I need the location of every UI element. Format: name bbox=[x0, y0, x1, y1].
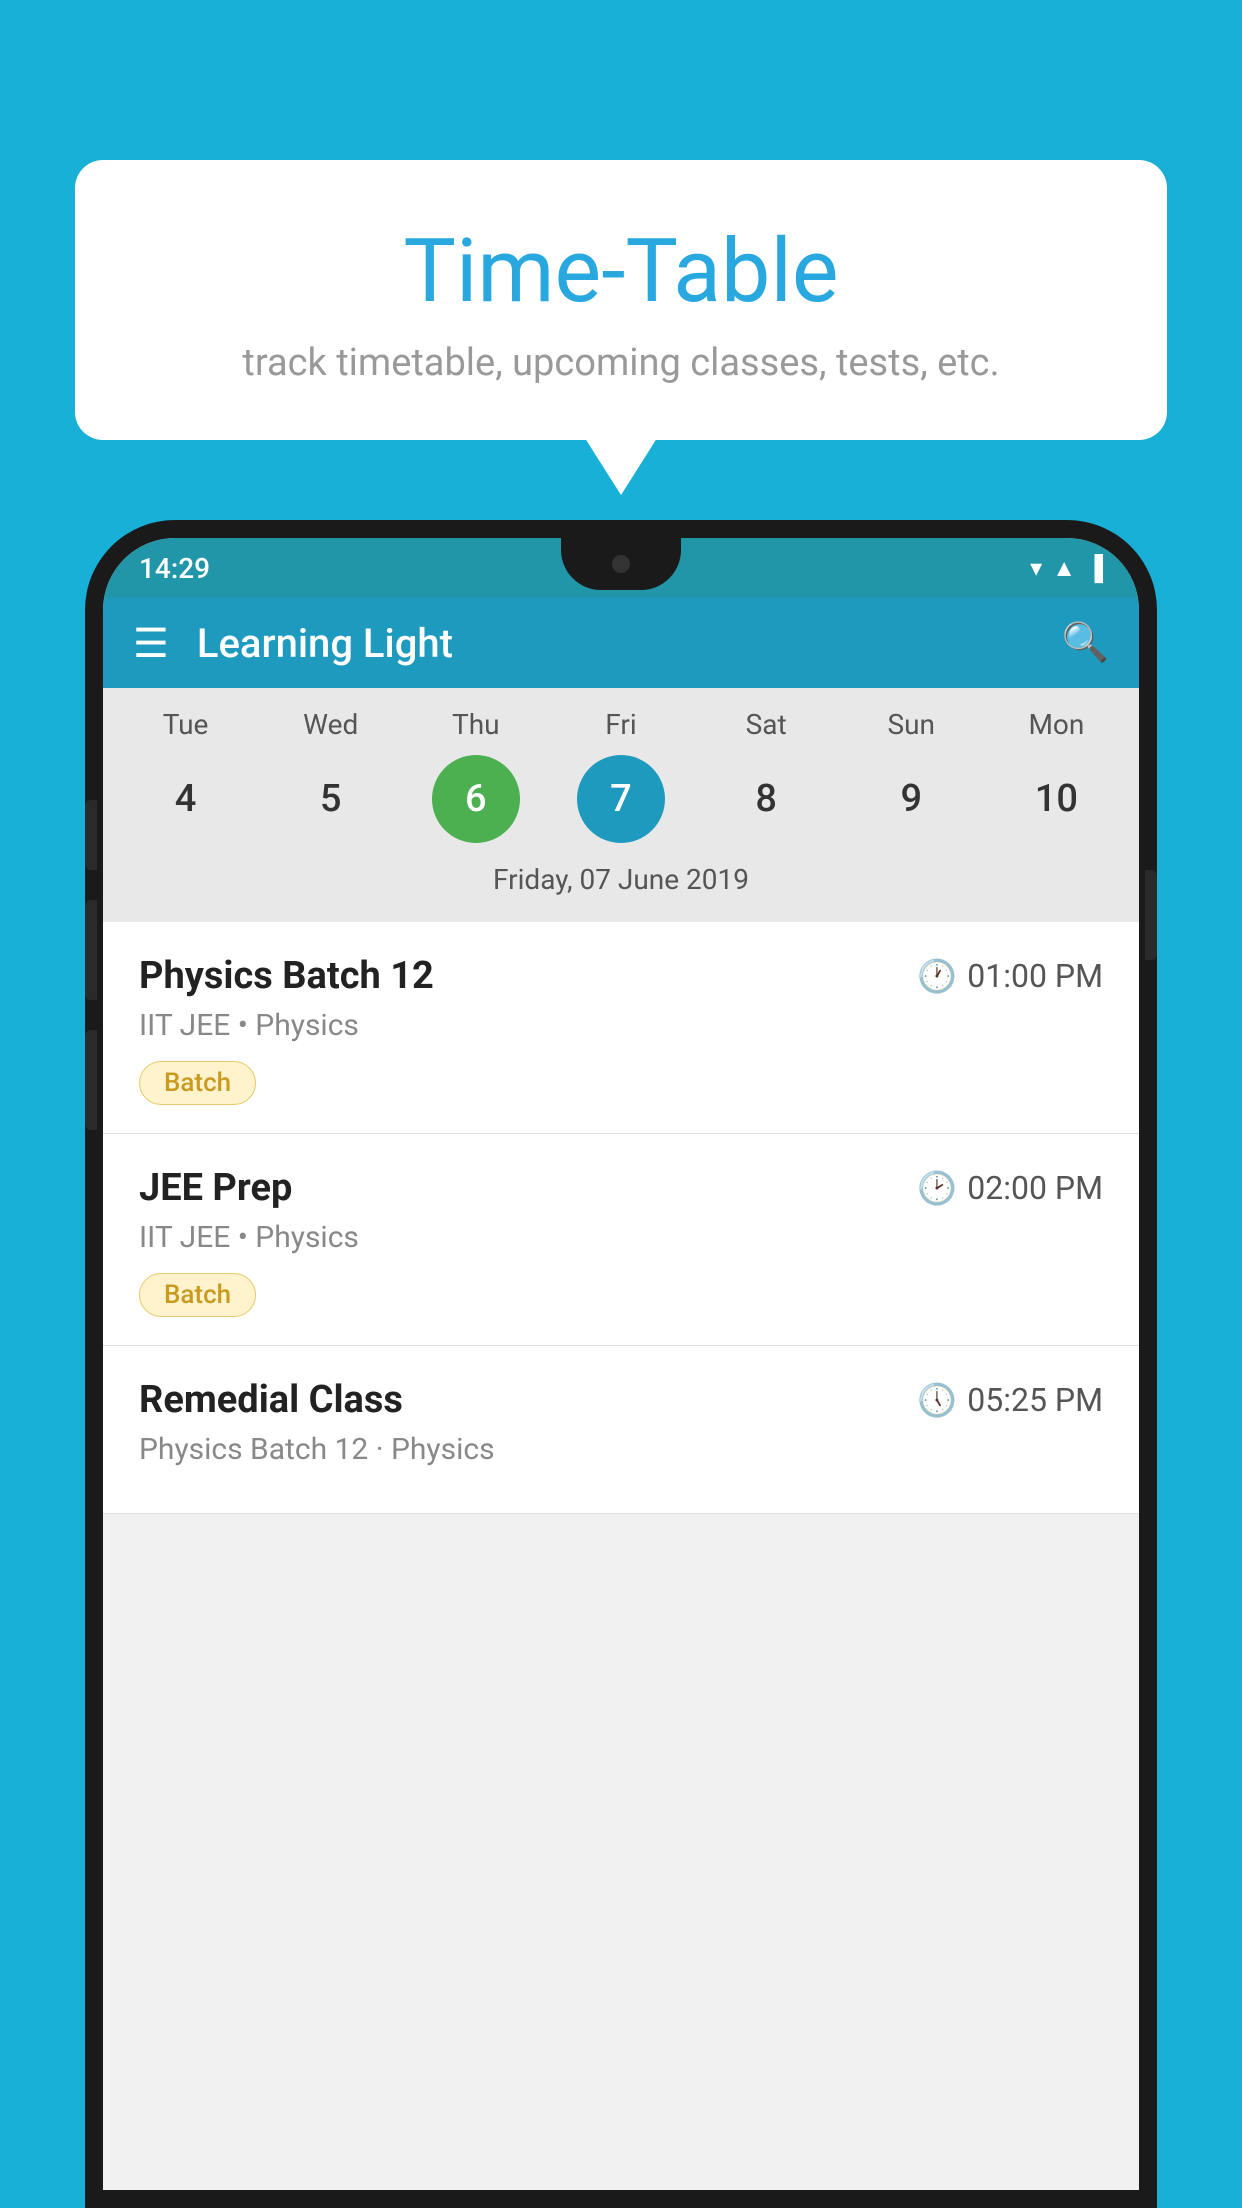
app-bar: ☰ Learning Light 🔍 bbox=[103, 598, 1139, 688]
day-label-fri: Fri bbox=[577, 708, 665, 741]
item-3-time: 🕔 05:25 PM bbox=[917, 1381, 1103, 1419]
search-icon[interactable]: 🔍 bbox=[1062, 621, 1109, 665]
selected-date-label: Friday, 07 June 2019 bbox=[113, 855, 1129, 912]
item-2-header: JEE Prep 🕑 02:00 PM bbox=[139, 1166, 1103, 1210]
menu-icon[interactable]: ☰ bbox=[133, 620, 169, 667]
item-3-title: Remedial Class bbox=[139, 1378, 403, 1422]
item-1-badge: Batch bbox=[139, 1061, 256, 1105]
status-bar: 14:29 ▾ ▲ ▐ bbox=[103, 538, 1139, 598]
volume-down-button bbox=[85, 1030, 97, 1130]
item-3-header: Remedial Class 🕔 05:25 PM bbox=[139, 1378, 1103, 1422]
schedule-list: Physics Batch 12 🕐 01:00 PM IIT JEE • Ph… bbox=[103, 922, 1139, 1514]
signal-icon: ▲ bbox=[1052, 554, 1076, 583]
day-7-selected[interactable]: 7 bbox=[577, 755, 665, 843]
day-numbers: 4 5 6 7 8 9 10 bbox=[113, 755, 1129, 843]
clock-icon-2: 🕑 bbox=[917, 1169, 957, 1207]
day-8[interactable]: 8 bbox=[722, 755, 810, 843]
schedule-item-1[interactable]: Physics Batch 12 🕐 01:00 PM IIT JEE • Ph… bbox=[103, 922, 1139, 1134]
wifi-icon: ▾ bbox=[1030, 554, 1042, 582]
item-3-subtitle: Physics Batch 12 · Physics bbox=[139, 1432, 1103, 1467]
bubble-title: Time-Table bbox=[125, 220, 1117, 323]
item-2-title: JEE Prep bbox=[139, 1166, 292, 1210]
volume-button-right bbox=[1145, 870, 1157, 960]
day-10[interactable]: 10 bbox=[1012, 755, 1100, 843]
item-1-time: 🕐 01:00 PM bbox=[917, 957, 1103, 995]
item-2-subtitle: IIT JEE • Physics bbox=[139, 1220, 1103, 1255]
day-label-wed: Wed bbox=[287, 708, 375, 741]
phone-screen: 14:29 ▾ ▲ ▐ ☰ Learning Light 🔍 Tue Wed T… bbox=[103, 538, 1139, 2190]
status-icons: ▾ ▲ ▐ bbox=[1030, 554, 1103, 583]
day-headers: Tue Wed Thu Fri Sat Sun Mon bbox=[113, 708, 1129, 741]
bubble-subtitle: track timetable, upcoming classes, tests… bbox=[125, 341, 1117, 385]
schedule-item-2[interactable]: JEE Prep 🕑 02:00 PM IIT JEE • Physics Ba… bbox=[103, 1134, 1139, 1346]
item-3-time-label: 05:25 PM bbox=[967, 1381, 1103, 1419]
item-1-header: Physics Batch 12 🕐 01:00 PM bbox=[139, 954, 1103, 998]
item-1-title: Physics Batch 12 bbox=[139, 954, 434, 998]
schedule-item-3[interactable]: Remedial Class 🕔 05:25 PM Physics Batch … bbox=[103, 1346, 1139, 1514]
item-1-time-label: 01:00 PM bbox=[967, 957, 1103, 995]
day-label-tue: Tue bbox=[142, 708, 230, 741]
camera-dot bbox=[612, 555, 630, 573]
item-2-time-label: 02:00 PM bbox=[967, 1169, 1103, 1207]
item-1-subtitle: IIT JEE • Physics bbox=[139, 1008, 1103, 1043]
power-button bbox=[85, 800, 97, 870]
day-label-sat: Sat bbox=[722, 708, 810, 741]
day-label-thu: Thu bbox=[432, 708, 520, 741]
day-4[interactable]: 4 bbox=[142, 755, 230, 843]
notch bbox=[561, 538, 681, 590]
calendar-week: Tue Wed Thu Fri Sat Sun Mon 4 5 6 7 8 9 … bbox=[103, 688, 1139, 922]
day-label-sun: Sun bbox=[867, 708, 955, 741]
day-label-mon: Mon bbox=[1012, 708, 1100, 741]
status-time: 14:29 bbox=[139, 552, 210, 585]
clock-icon-1: 🕐 bbox=[917, 957, 957, 995]
day-6-today[interactable]: 6 bbox=[432, 755, 520, 843]
battery-icon: ▐ bbox=[1086, 554, 1103, 583]
volume-up-button bbox=[85, 900, 97, 1000]
day-9[interactable]: 9 bbox=[867, 755, 955, 843]
speech-bubble: Time-Table track timetable, upcoming cla… bbox=[75, 160, 1167, 440]
item-2-time: 🕑 02:00 PM bbox=[917, 1169, 1103, 1207]
app-title: Learning Light bbox=[197, 620, 1062, 667]
clock-icon-3: 🕔 bbox=[917, 1381, 957, 1419]
phone-frame: 14:29 ▾ ▲ ▐ ☰ Learning Light 🔍 Tue Wed T… bbox=[85, 520, 1157, 2208]
day-5[interactable]: 5 bbox=[287, 755, 375, 843]
item-2-badge: Batch bbox=[139, 1273, 256, 1317]
